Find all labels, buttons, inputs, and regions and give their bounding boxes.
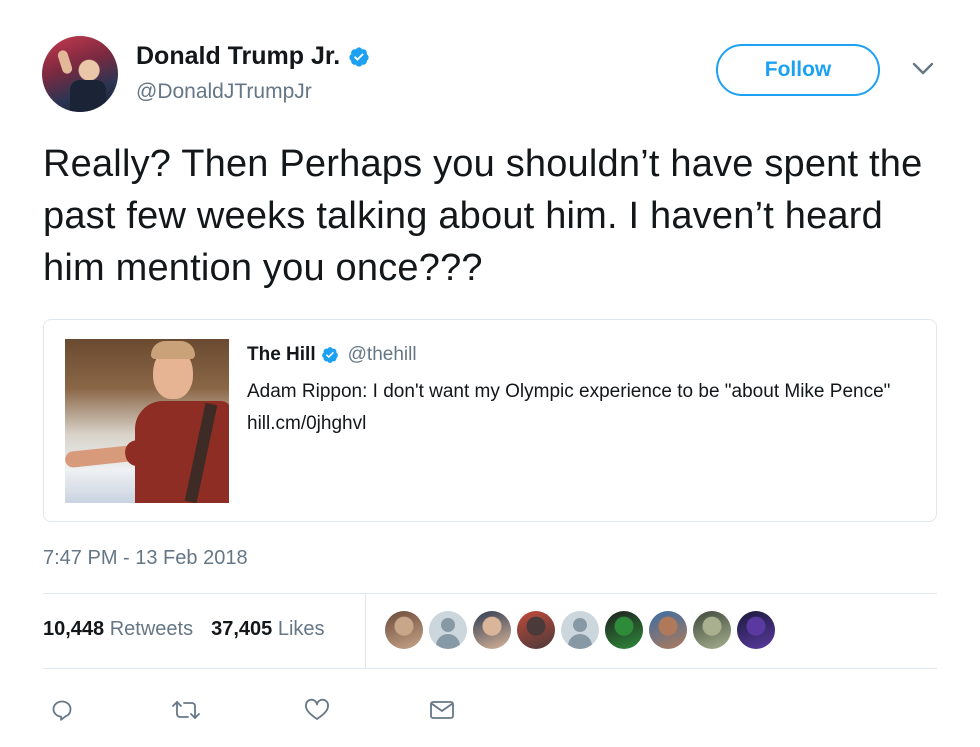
likes-label: Likes	[277, 618, 325, 640]
tweet-actions	[0, 690, 980, 730]
retweets-stat[interactable]: 10,448 Retweets	[43, 618, 193, 641]
author-handle[interactable]: @DonaldJTrumpJr	[136, 80, 312, 104]
liker-avatar[interactable]	[517, 611, 555, 649]
retweets-count: 10,448	[43, 618, 105, 640]
reply-button[interactable]	[42, 690, 82, 730]
like-button[interactable]	[297, 690, 337, 730]
tweet-timestamp[interactable]: 7:47 PM - 13 Feb 2018	[43, 547, 248, 570]
author-name-row[interactable]: Donald Trump Jr.	[136, 42, 370, 71]
liker-avatars	[385, 611, 775, 649]
quoted-tweet-image[interactable]	[65, 339, 229, 503]
follow-button[interactable]: Follow	[716, 44, 880, 96]
likes-count: 37,405	[211, 618, 273, 640]
quoted-author-row[interactable]: The Hill @thehill	[247, 344, 417, 366]
quoted-author-handle[interactable]: @thehill	[348, 344, 417, 366]
quoted-author-name[interactable]: The Hill	[247, 344, 316, 366]
liker-avatar[interactable]	[473, 611, 511, 649]
tweet-stats: 10,448 Retweets 37,405 Likes	[43, 618, 325, 641]
heart-icon	[305, 698, 329, 720]
author-name[interactable]: Donald Trump Jr.	[136, 42, 340, 71]
reply-icon	[52, 700, 72, 721]
liker-avatar[interactable]	[693, 611, 731, 649]
tweet-text: Really? Then Perhaps you shouldn’t have …	[43, 143, 923, 289]
retweets-label: Retweets	[109, 618, 194, 640]
verified-icon	[349, 46, 369, 67]
liker-avatar[interactable]	[605, 611, 643, 649]
liker-avatar[interactable]	[561, 611, 599, 649]
quoted-tweet[interactable]: The Hill @thehill Adam Rippon: I don't w…	[43, 319, 937, 522]
verified-icon	[321, 347, 338, 363]
divider	[43, 668, 937, 669]
quoted-tweet-text: Adam Rippon: I don't want my Olympic exp…	[247, 381, 891, 434]
liker-avatar[interactable]	[429, 611, 467, 649]
likes-stat[interactable]: 37,405 Likes	[211, 618, 324, 641]
divider	[43, 593, 937, 594]
author-avatar[interactable]	[42, 36, 118, 112]
liker-avatar[interactable]	[385, 611, 423, 649]
stats-divider	[365, 594, 366, 668]
envelope-icon	[430, 701, 454, 719]
direct-message-button[interactable]	[422, 690, 462, 730]
retweet-button[interactable]	[166, 690, 206, 730]
liker-avatar[interactable]	[737, 611, 775, 649]
retweet-icon	[172, 701, 200, 719]
chevron-down-icon[interactable]	[912, 62, 934, 76]
liker-avatar[interactable]	[649, 611, 687, 649]
